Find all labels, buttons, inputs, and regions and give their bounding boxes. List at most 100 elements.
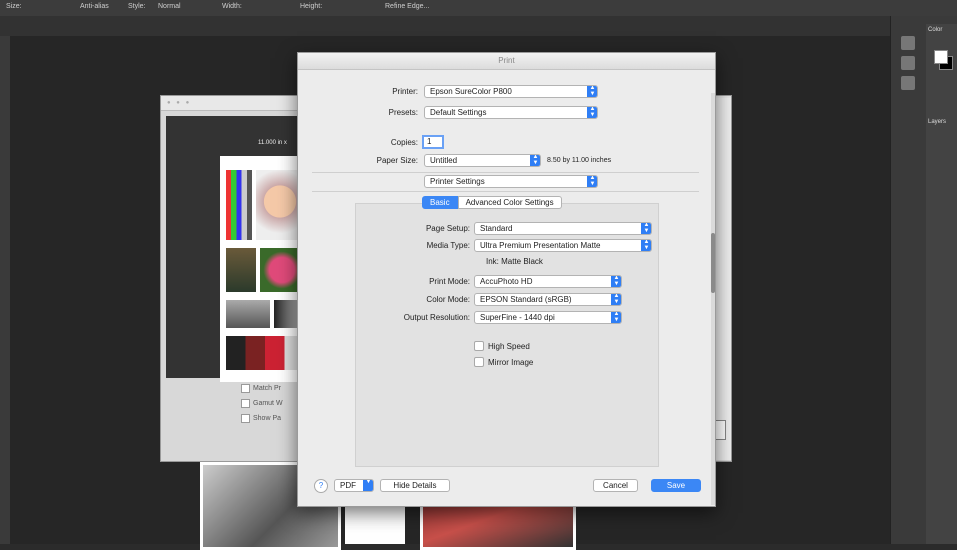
match-print-colors-checkbox[interactable]: Match Pr — [241, 384, 283, 393]
pdf-label: PDF — [340, 481, 356, 490]
gamut-warning-checkbox[interactable]: Gamut W — [241, 399, 283, 408]
chevron-updown-icon: ▲ ▼ — [641, 223, 651, 234]
cancel-button[interactable]: Cancel — [593, 479, 638, 492]
chevron-updown-icon: ▲ ▼ — [587, 107, 597, 118]
pane-select[interactable]: Printer Settings ▲ ▼ — [424, 175, 598, 188]
output-resolution-select[interactable]: SuperFine - 1440 dpi ▲ ▼ — [474, 311, 622, 324]
page-setup-select[interactable]: Standard ▲ ▼ — [474, 222, 652, 235]
ps-option[interactable]: Size: — [6, 3, 22, 10]
divider — [312, 172, 699, 173]
checkbox-icon — [241, 414, 250, 423]
media-type-label: Media Type: — [426, 241, 470, 250]
media-type-value: Ultra Premium Presentation Matte — [480, 241, 601, 250]
copies-field[interactable]: 1 — [422, 135, 444, 149]
panel-title-color[interactable]: Color — [926, 24, 957, 36]
photo-thumb — [226, 248, 256, 292]
print-mode-select[interactable]: AccuPhoto HD ▲ ▼ — [474, 275, 622, 288]
checkbox-icon — [241, 399, 250, 408]
paper-size-dimensions: 8.50 by 11.00 inches — [547, 157, 612, 164]
color-mode-label: Color Mode: — [426, 295, 470, 304]
ps-options-bar: Size: Anti-alias Style: Normal Width: He… — [0, 0, 957, 17]
print-mode-row: Print Mode: AccuPhoto HD ▲ ▼ — [358, 275, 622, 288]
presets-value: Default Settings — [430, 108, 487, 117]
output-resolution-value: SuperFine - 1440 dpi — [480, 313, 555, 322]
output-resolution-label: Output Resolution: — [403, 313, 470, 322]
help-icon[interactable]: ? — [314, 479, 328, 493]
checkbox-label: Show Pa — [253, 415, 282, 422]
pdf-menu-button[interactable]: PDF ▼ — [334, 479, 374, 492]
properties-icon[interactable] — [901, 56, 915, 70]
dialog-title: Print — [298, 53, 715, 70]
color-mode-row: Color Mode: EPSON Standard (sRGB) ▲ ▼ — [358, 293, 622, 306]
preview-options: Match Pr Gamut W Show Pa — [241, 384, 283, 429]
chevron-updown-icon: ▲ ▼ — [611, 312, 621, 323]
presets-label: Presets: — [388, 108, 418, 117]
pane-value: Printer Settings — [430, 177, 485, 186]
color-mode-select[interactable]: EPSON Standard (sRGB) ▲ ▼ — [474, 293, 622, 306]
pane-row: Printer Settings ▲ ▼ — [424, 175, 598, 188]
printer-label: Printer: — [392, 87, 418, 96]
checkbox-label: Gamut W — [253, 400, 283, 407]
tab-advanced-color[interactable]: Advanced Color Settings — [457, 196, 562, 209]
printer-row: Printer: Epson SureColor P800 ▲ ▼ — [338, 85, 598, 98]
settings-tabs: Basic Advanced Color Settings — [422, 196, 562, 209]
ps-option[interactable]: Width: — [222, 3, 242, 10]
page-setup-value: Standard — [480, 224, 513, 233]
high-speed-label: High Speed — [488, 341, 530, 351]
checkbox-icon — [241, 384, 250, 393]
ps-option[interactable]: Height: — [300, 3, 322, 10]
chevron-updown-icon: ▲ ▼ — [611, 276, 621, 287]
foreground-color-swatch[interactable] — [934, 50, 948, 64]
panel-title-layers[interactable]: Layers — [926, 116, 957, 128]
scrollbar-track[interactable] — [711, 93, 715, 505]
tab-basic[interactable]: Basic — [422, 196, 458, 209]
chevron-updown-icon: ▲ ▼ — [587, 176, 597, 187]
print-mode-value: AccuPhoto HD — [480, 277, 533, 286]
copies-row: Copies: 1 — [338, 135, 444, 149]
ink-status: Ink: Matte Black — [486, 257, 543, 266]
chevron-updown-icon: ▲ ▼ — [611, 294, 621, 305]
mirror-image-label: Mirror Image — [488, 357, 534, 367]
presets-select[interactable]: Default Settings ▲ ▼ — [424, 106, 598, 119]
checkbox-icon — [474, 341, 484, 351]
paper-size-label: Paper Size: — [376, 156, 418, 165]
paper-size-row: Paper Size: Untitled ▲ ▼ 8.50 by 11.00 in… — [338, 154, 611, 167]
window-controls-icon[interactable]: ● ● ● — [167, 100, 191, 106]
save-button[interactable]: Save — [651, 479, 701, 492]
ps-tools-panel[interactable] — [0, 36, 10, 544]
color-bars-image — [226, 170, 252, 240]
ps-option[interactable]: Refine Edge... — [385, 3, 429, 10]
paper-size-value: Untitled — [430, 156, 458, 165]
chevron-down-icon: ▼ — [363, 480, 373, 491]
ps-option[interactable]: Normal — [158, 3, 181, 10]
print-preview: 11.000 in x — [166, 116, 310, 382]
media-type-row: Media Type: Ultra Premium Presentation M… — [358, 239, 652, 252]
paper-size-select[interactable]: Untitled ▲ ▼ — [424, 154, 541, 167]
history-icon[interactable] — [901, 36, 915, 50]
media-type-select[interactable]: Ultra Premium Presentation Matte ▲ ▼ — [474, 239, 652, 252]
ps-color-panel: Color Layers — [926, 24, 957, 544]
high-speed-checkbox[interactable]: High Speed — [474, 341, 530, 351]
chevron-updown-icon: ▲ ▼ — [530, 155, 540, 166]
ps-option[interactable]: Style: — [128, 3, 146, 10]
mirror-image-checkbox[interactable]: Mirror Image — [474, 357, 533, 367]
print-dialog: Print Printer: Epson SureColor P800 ▲ ▼ P… — [297, 52, 716, 507]
presets-row: Presets: Default Settings ▲ ▼ — [338, 106, 598, 119]
scrollbar-thumb[interactable] — [711, 233, 715, 293]
page-setup-row: Page Setup: Standard ▲ ▼ — [358, 222, 652, 235]
show-paper-white-checkbox[interactable]: Show Pa — [241, 414, 283, 423]
print-mode-label: Print Mode: — [429, 277, 470, 286]
printer-value: Epson SureColor P800 — [430, 87, 512, 96]
paper-size-readout: 11.000 in x — [258, 140, 287, 146]
ps-dock-icons — [892, 30, 924, 130]
hide-details-button[interactable]: Hide Details — [380, 479, 450, 492]
color-mode-value: EPSON Standard (sRGB) — [480, 295, 572, 304]
checkbox-label: Match Pr — [253, 385, 282, 392]
dialog-edge — [714, 98, 731, 460]
copies-label: Copies: — [390, 137, 418, 147]
printer-select[interactable]: Epson SureColor P800 ▲ ▼ — [424, 85, 598, 98]
output-resolution-row: Output Resolution: SuperFine - 1440 dpi … — [358, 311, 622, 324]
ps-option[interactable]: Anti-alias — [80, 3, 109, 10]
adjustments-icon[interactable] — [901, 76, 915, 90]
dialog-footer: ? PDF ▼ Hide Details Cancel Save — [298, 471, 715, 506]
